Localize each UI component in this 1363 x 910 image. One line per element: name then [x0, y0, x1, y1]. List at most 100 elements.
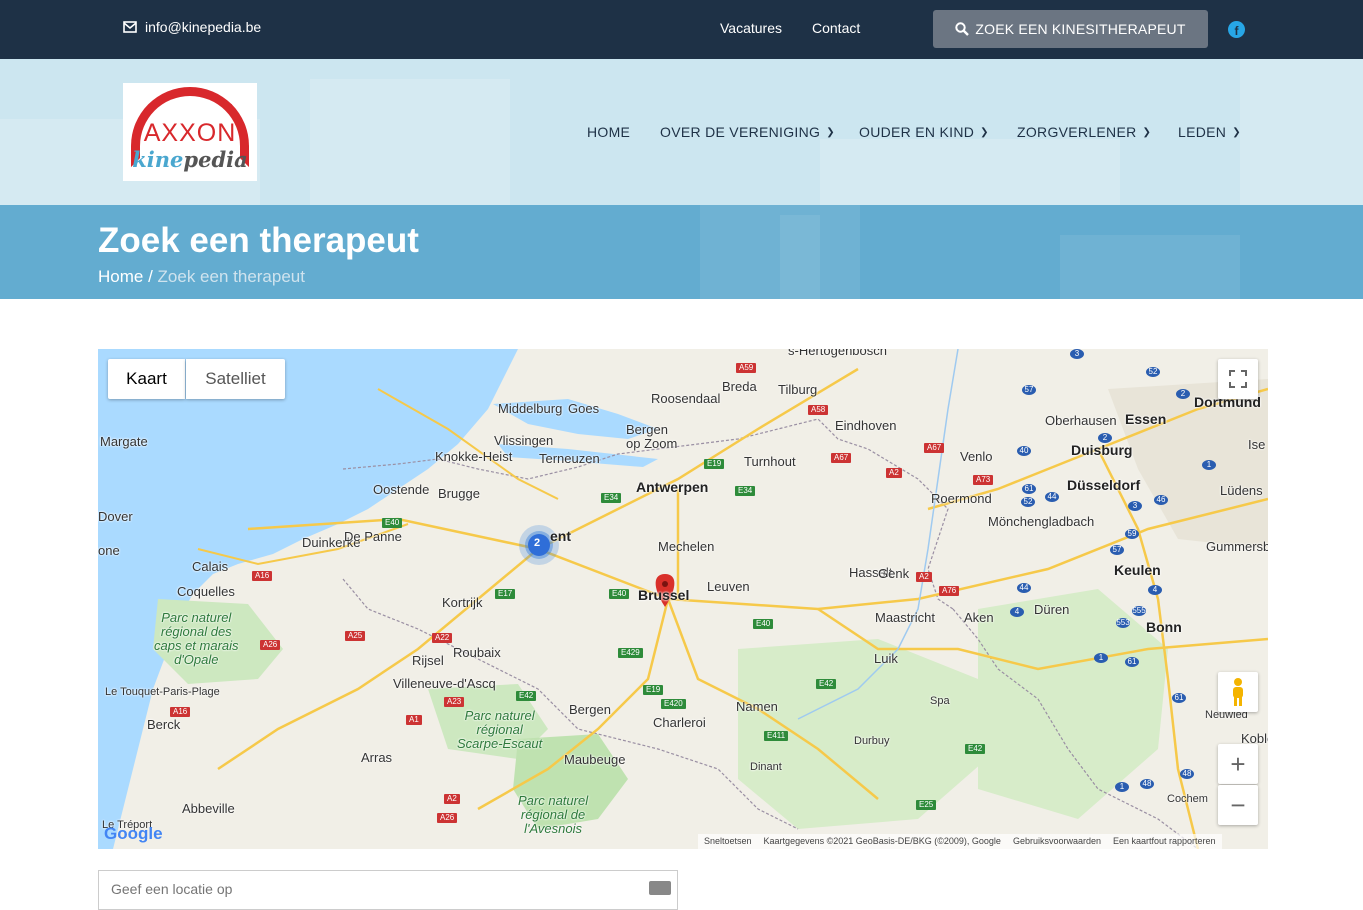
road-shield: E25 [916, 800, 937, 810]
map-label: Brussel [638, 587, 690, 603]
location-search [98, 870, 678, 910]
road-shield: 4 [1010, 607, 1024, 617]
road-shield: E411 [764, 731, 789, 741]
zoom-in-button[interactable]: + [1218, 744, 1258, 784]
street-view-pegman[interactable] [1218, 672, 1258, 712]
road-shield: 44 [1045, 492, 1059, 502]
road-shield: 3 [1070, 349, 1084, 359]
cluster-marker-count[interactable]: 2 [534, 537, 540, 549]
map-label: Keulen [1114, 562, 1161, 578]
road-shield: 2 [1176, 389, 1190, 399]
logo-kinepedia: kinepedia [123, 147, 257, 172]
road-shield: A2 [886, 468, 902, 478]
fullscreen-button[interactable] [1218, 359, 1258, 399]
pegman-icon [1233, 678, 1243, 706]
road-shield: 2 [1098, 433, 1112, 443]
site-logo[interactable]: AXXON kinepedia [123, 83, 257, 181]
road-shield: A59 [736, 363, 757, 373]
road-shield: 1 [1202, 460, 1216, 470]
nav-zorgverlener[interactable]: ZORGVERLENER ❯ [1017, 124, 1151, 140]
map-label: Brugge [438, 486, 480, 501]
road-shield: 57 [1022, 385, 1036, 395]
map-label: Calais [192, 559, 229, 574]
map-label: Antwerpen [636, 479, 709, 495]
google-logo-text: Google [104, 824, 163, 843]
map-label: Genk [878, 566, 910, 581]
map-label: Knokke-Heist [435, 449, 513, 464]
logo-kine: kine [132, 147, 184, 172]
terms-link[interactable]: Gebruiksvoorwaarden [1013, 836, 1101, 847]
nav-home[interactable]: HOME [587, 124, 630, 140]
road-shield: 4 [1148, 585, 1162, 595]
road-shield: A16 [252, 571, 273, 581]
nav-leden-label: LEDEN [1178, 124, 1227, 140]
map-label: Lüdens [1220, 483, 1263, 498]
road-shield: E42 [965, 744, 986, 754]
road-shield: A2 [916, 572, 932, 582]
map-label: Bonn [1146, 619, 1182, 635]
locate-icon[interactable] [649, 881, 671, 895]
minus-icon: − [1230, 789, 1246, 820]
plus-icon: + [1230, 748, 1246, 779]
chevron-down-icon: ❯ [826, 126, 835, 138]
map-label: Cochem [1167, 793, 1208, 805]
facebook-icon[interactable]: f [1228, 21, 1245, 38]
map-label: Coquelles [177, 584, 235, 599]
nav-over-de-vereniging[interactable]: OVER DE VERENIGING ❯ [660, 124, 835, 140]
map-label: Arras [361, 750, 393, 765]
road-shield: E19 [704, 459, 725, 469]
page-banner: Zoek een therapeut Home / Zoek een thera… [0, 205, 1363, 299]
road-shield: A22 [432, 633, 453, 643]
top-bar: info@kinepedia.be Vacatures Contact ZOEK… [0, 0, 1363, 59]
road-shield: 3 [1128, 501, 1142, 511]
breadcrumb: Home / Zoek een therapeut [98, 267, 305, 287]
search-therapist-label: ZOEK EEN KINESITHERAPEUT [975, 21, 1186, 37]
map-label: Vlissingen [494, 433, 554, 448]
map-label: Le Touquet-Paris-Plage [105, 686, 220, 698]
road-shield: E19 [643, 685, 664, 695]
breadcrumb-home[interactable]: Home [98, 267, 143, 286]
map-type-satelliet-button[interactable]: Satelliet [186, 359, 285, 399]
map-type-kaart-button[interactable]: Kaart [108, 359, 185, 399]
map-label: Roermond [931, 491, 992, 506]
road-shield: A67 [831, 453, 852, 463]
map-label: Terneuzen [539, 451, 600, 466]
road-shield: E42 [516, 691, 537, 701]
map-label: Mechelen [658, 539, 715, 554]
map-label: Düsseldorf [1067, 477, 1141, 493]
map-label: ent [550, 528, 571, 544]
contact-link[interactable]: Contact [812, 20, 860, 36]
nav-ouder-en-kind[interactable]: OUDER EN KIND ❯ [859, 124, 989, 140]
road-shield: 61 [1125, 657, 1139, 667]
breadcrumb-separator: / [143, 267, 158, 286]
map-label: Eindhoven [835, 418, 897, 433]
report-error-link[interactable]: Een kaartfout rapporteren [1113, 836, 1216, 847]
map-label: Middelburg [498, 401, 563, 416]
map-label: Roosendaal [651, 391, 721, 406]
location-input[interactable] [111, 871, 611, 907]
email-link[interactable]: info@kinepedia.be [123, 19, 261, 35]
site-header: AXXON kinepedia HOME OVER DE VERENIGING ❯… [0, 59, 1363, 205]
road-shield: E42 [816, 679, 837, 689]
map-label: Essen [1125, 411, 1167, 427]
road-shield: 48 [1140, 779, 1154, 789]
road-shield: A25 [345, 631, 366, 641]
zoom-out-button[interactable]: − [1218, 785, 1258, 825]
search-icon [955, 22, 970, 36]
keyboard-shortcuts-link[interactable]: Sneltoetsen [704, 836, 752, 847]
road-shield: E429 [618, 648, 643, 658]
map-label: Roubaix [453, 645, 501, 660]
fullscreen-icon [1229, 370, 1247, 388]
logo-pedia: pedia [183, 147, 248, 172]
nav-leden[interactable]: LEDEN ❯ [1178, 124, 1241, 140]
road-shield: E34 [735, 486, 756, 496]
nav-home-label: HOME [587, 124, 631, 140]
vacatures-link[interactable]: Vacatures [720, 20, 782, 36]
search-therapist-button[interactable]: ZOEK EEN KINESITHERAPEUT [933, 10, 1208, 48]
road-shield: 52 [1146, 367, 1160, 377]
map[interactable]: 2 s-Hertogenbosch Breda Tilburg Roosenda… [98, 349, 1268, 849]
map-label: Goes [568, 401, 600, 416]
map-label: Abbeville [182, 801, 235, 816]
map-label: Oberhausen [1045, 413, 1117, 428]
map-label: Margate [100, 434, 148, 449]
